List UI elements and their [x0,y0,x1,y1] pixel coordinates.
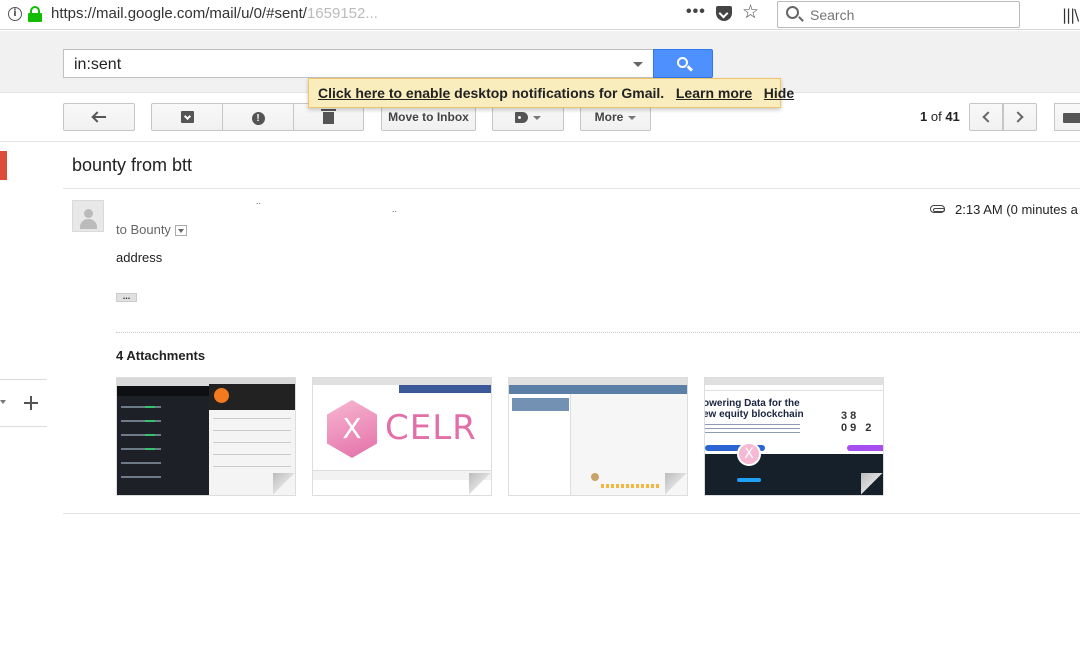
notification-text: desktop notifications for Gmail. [454,85,665,101]
recipient-text: to Bounty [116,222,171,237]
pocket-icon[interactable] [716,6,732,21]
label-icon [515,112,528,123]
browser-search-input[interactable] [808,6,1008,24]
rail-divider [0,426,47,427]
report-spam-button[interactable]: ! [222,103,294,131]
compose-button-edge[interactable] [0,151,7,180]
back-button[interactable] [63,103,135,131]
older-button[interactable] [1003,103,1037,131]
subject-divider [63,188,1080,189]
archive-button[interactable] [151,103,223,131]
show-details-dropdown-icon[interactable] [174,225,187,237]
email-subject: bounty from btt [72,155,193,175]
input-tools-button[interactable] [1054,103,1080,131]
hide-link[interactable]: Hide [764,85,794,101]
browser-search-box[interactable] [777,1,1020,28]
message-time: 2:13 AM (0 minutes a [955,202,1078,217]
browser-toolbar: i https://mail.google.com/mail/u/0/#sent… [0,0,1080,30]
learn-more-link[interactable]: Learn more [676,85,752,101]
spam-icon: ! [251,112,265,125]
pagination-count: 1 of 41 [920,109,960,124]
sender-redacted: .. [392,204,398,214]
thumb-headline: owering Data for the ew equity blockchai… [704,398,804,420]
page-total: 41 [945,109,960,124]
search-options-dropdown-icon[interactable] [633,62,643,67]
plus-icon[interactable] [24,396,38,410]
star-icon[interactable]: ☆ [742,1,759,24]
address-bar[interactable]: https://mail.google.com/mail/u/0/#sent/1… [51,5,378,22]
info-icon[interactable]: i [8,7,22,21]
rail-divider [0,379,47,380]
library-icon[interactable]: |||\ [1062,6,1079,24]
attachment-thumbnail-1[interactable] [116,377,296,496]
url-text: https://mail.google.com/mail/u/0/#sent/ [51,5,307,22]
paperclip-icon [930,205,945,213]
thumb-hex-logo: X [327,400,377,458]
mail-search-box[interactable] [63,49,654,78]
enable-notifications-link[interactable]: Click here to enable [318,85,450,101]
keyboard-icon [1063,113,1080,123]
page-of-label: of [930,109,942,124]
newer-button[interactable] [969,103,1003,131]
archive-icon [180,111,194,123]
attachment-thumbnail-3[interactable] [508,377,688,496]
thumb-logo: X [737,442,761,466]
chevron-right-icon [1012,111,1024,123]
notification-banner: Click here to enable desktop notificatio… [308,78,794,108]
chevron-down-icon[interactable] [0,400,6,404]
mail-search-input[interactable] [72,55,612,75]
attachment-thumbnail-2[interactable]: X CELR [312,377,492,496]
reply-arrow-icon [92,112,106,122]
more-dots-icon[interactable]: ••• [686,3,706,21]
thumb-countdown: 38 09 2 [841,410,875,434]
lock-icon[interactable] [28,6,42,22]
message-body: address [116,250,163,265]
toolbar-divider [0,141,1080,142]
show-trimmed-content-button[interactable]: ... [116,292,137,302]
attachment-thumbnail-4[interactable]: owering Data for the ew equity blockchai… [704,377,884,496]
message-end-divider [63,513,1080,514]
attachments-title: 4 Attachments [116,348,206,363]
chevron-left-icon [982,111,994,123]
trash-icon [321,109,336,124]
search-icon [677,57,688,68]
recipient-line: to Bounty [116,222,187,237]
page-current: 1 [920,109,928,124]
sender-redacted: .. [256,196,262,206]
attachments-divider [116,332,1080,333]
search-icon [786,6,799,19]
mail-search-button[interactable] [653,49,713,78]
more-label: More [594,110,624,124]
chevron-down-icon [533,115,541,120]
url-text-faded: 1659152... [306,5,378,22]
chevron-down-icon [628,115,637,120]
thumb-brand-text: CELR [385,408,477,448]
avatar-icon[interactable] [72,200,104,232]
